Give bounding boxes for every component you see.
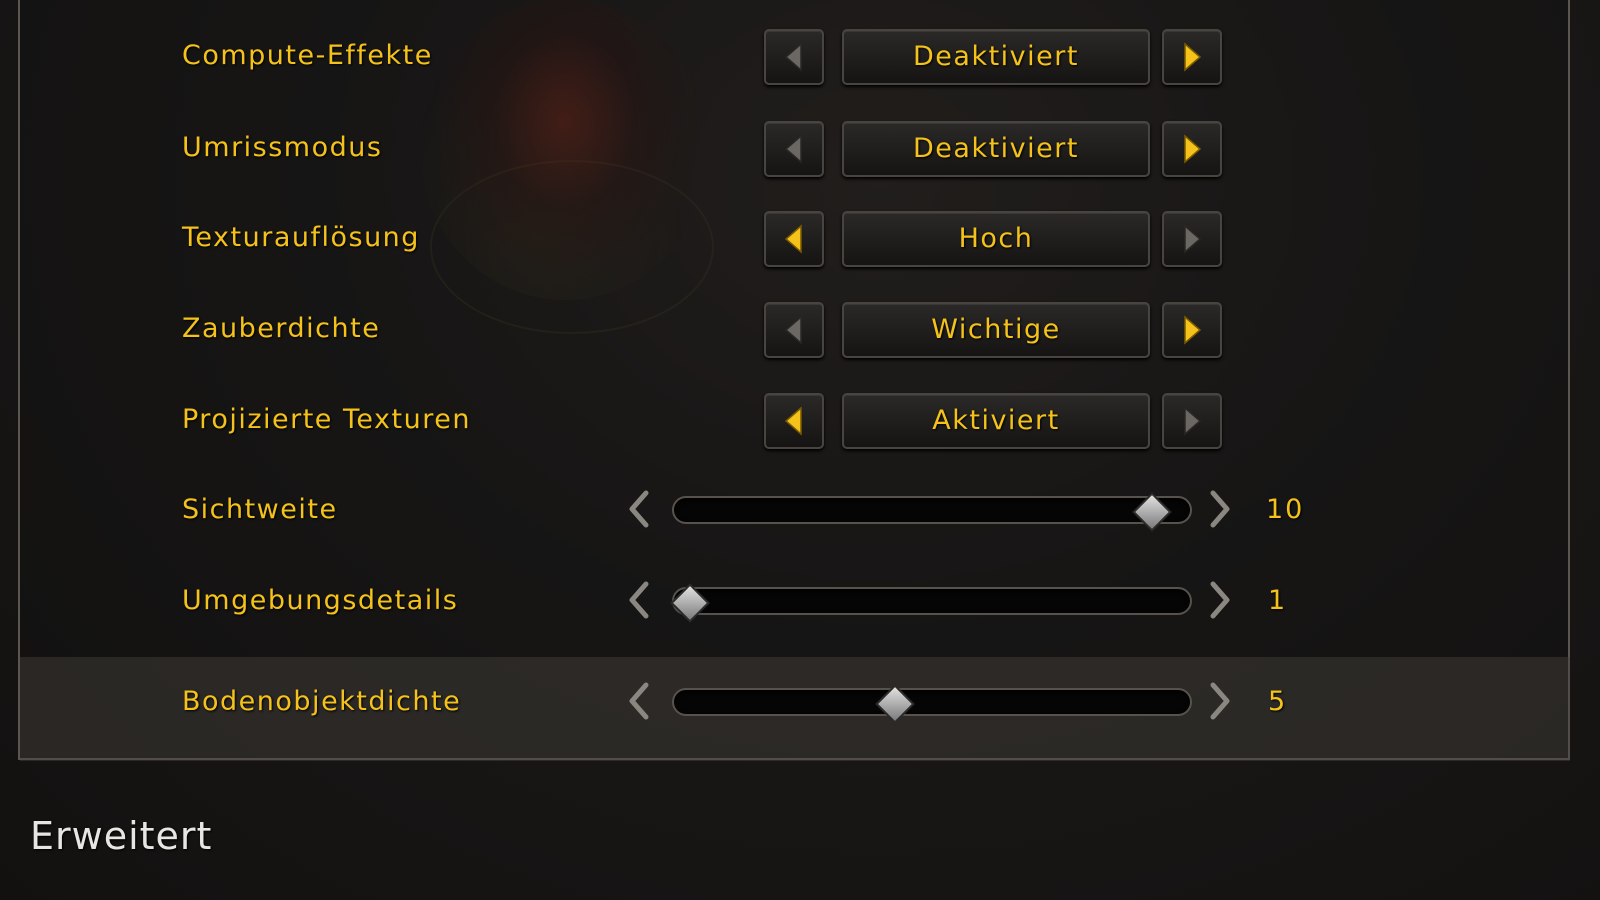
option-value-display: Deaktiviert xyxy=(842,121,1150,177)
next-option-button[interactable] xyxy=(1162,393,1222,449)
option-value-display: Hoch xyxy=(842,211,1150,267)
triangle-left-icon xyxy=(784,406,802,436)
slider-decrease-button[interactable] xyxy=(627,682,651,720)
chevron-right-icon xyxy=(1210,581,1230,619)
setting-label: Sichtweite xyxy=(182,494,338,525)
previous-option-button[interactable] xyxy=(764,211,824,267)
triangle-left-icon xyxy=(784,315,802,345)
triangle-right-icon xyxy=(1184,315,1202,345)
slider-increase-button[interactable] xyxy=(1208,581,1232,619)
triangle-right-icon xyxy=(1184,42,1202,72)
setting-label: Compute-Effekte xyxy=(182,40,433,71)
next-option-button[interactable] xyxy=(1162,211,1222,267)
option-value-display: Aktiviert xyxy=(842,393,1150,449)
triangle-left-icon xyxy=(784,42,802,72)
setting-label: Bodenobjektdichte xyxy=(182,686,462,717)
previous-option-button[interactable] xyxy=(764,302,824,358)
next-option-button[interactable] xyxy=(1162,302,1222,358)
triangle-right-icon xyxy=(1184,224,1202,254)
next-option-button[interactable] xyxy=(1162,29,1222,85)
previous-option-button[interactable] xyxy=(764,29,824,85)
chevron-left-icon xyxy=(629,581,649,619)
graphics-settings-panel xyxy=(18,0,1570,760)
previous-option-button[interactable] xyxy=(764,393,824,449)
slider-value: 5 xyxy=(1268,686,1288,717)
slider-value: 10 xyxy=(1266,494,1305,525)
triangle-left-icon xyxy=(784,134,802,164)
chevron-right-icon xyxy=(1210,682,1230,720)
slider-track[interactable] xyxy=(672,587,1192,615)
triangle-right-icon xyxy=(1184,134,1202,164)
slider-decrease-button[interactable] xyxy=(627,581,651,619)
setting-label: Umrissmodus xyxy=(182,132,383,163)
chevron-right-icon xyxy=(1210,490,1230,528)
triangle-left-icon xyxy=(784,224,802,254)
chevron-left-icon xyxy=(629,682,649,720)
option-value-display: Deaktiviert xyxy=(842,29,1150,85)
setting-label: Umgebungsdetails xyxy=(182,585,459,616)
slider-track[interactable] xyxy=(672,688,1192,716)
chevron-left-icon xyxy=(629,490,649,528)
option-value-display: Wichtige xyxy=(842,302,1150,358)
setting-label: Zauberdichte xyxy=(182,313,381,344)
previous-option-button[interactable] xyxy=(764,121,824,177)
slider-track[interactable] xyxy=(672,496,1192,524)
slider-value: 1 xyxy=(1268,585,1288,616)
setting-label: Projizierte Texturen xyxy=(182,404,471,435)
triangle-right-icon xyxy=(1184,406,1202,436)
slider-increase-button[interactable] xyxy=(1208,490,1232,528)
slider-decrease-button[interactable] xyxy=(627,490,651,528)
setting-label: Texturauflösung xyxy=(182,222,420,253)
next-option-button[interactable] xyxy=(1162,121,1222,177)
section-title-erweitert: Erweitert xyxy=(30,814,213,858)
slider-increase-button[interactable] xyxy=(1208,682,1232,720)
